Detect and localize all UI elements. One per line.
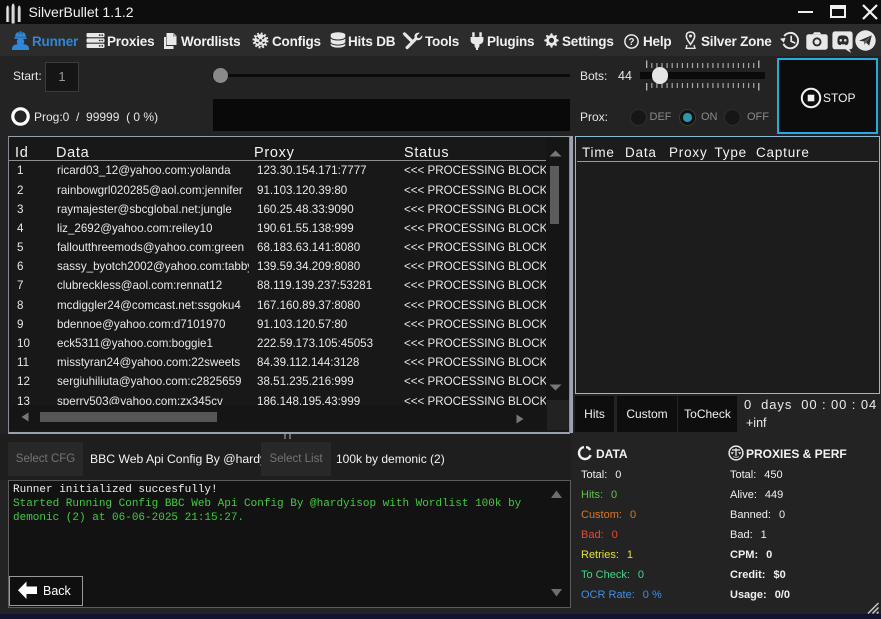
svg-text:?: ?: [629, 37, 635, 48]
